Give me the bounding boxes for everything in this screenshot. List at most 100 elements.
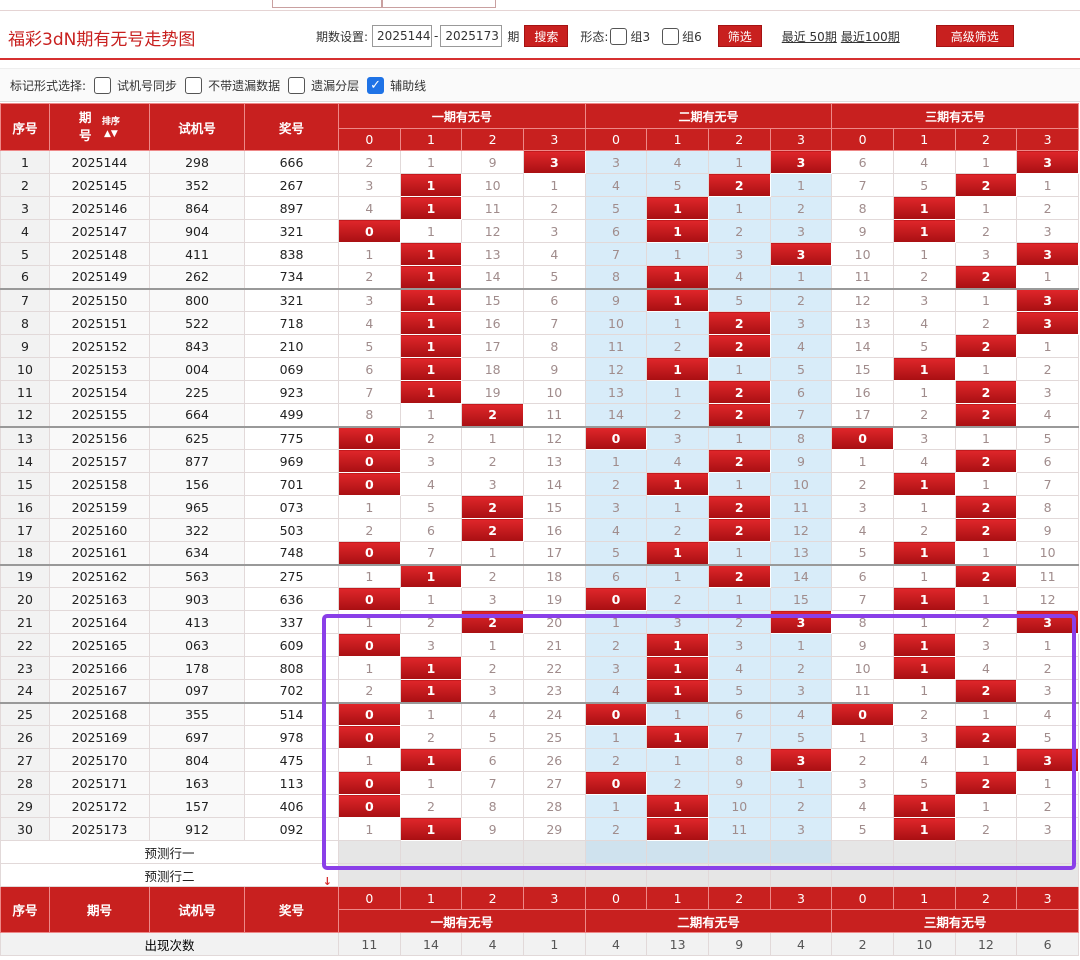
miss-cell: 3 (646, 610, 709, 634)
hit-cell: 1 (399, 357, 463, 381)
prediction-cell[interactable] (892, 840, 956, 864)
hit-cell: 1 (399, 679, 463, 703)
prediction-cell[interactable] (769, 840, 833, 864)
row-prize: 609 (244, 633, 339, 657)
miss-cell: 1 (584, 725, 648, 749)
row-index: 2 (0, 173, 50, 197)
row-prize: 666 (244, 150, 339, 174)
prediction-cell[interactable] (338, 840, 401, 864)
advanced-filter-button[interactable]: 高级筛选 (935, 25, 1014, 47)
prediction-cell[interactable] (584, 840, 648, 864)
group6-label: 组6 (682, 29, 702, 44)
table-row: 23 2025166 178 808 1 1 2 22 3 1 4 2 10 1 4 2 (0, 656, 1079, 680)
footer-subheader-digit: 1 (646, 886, 709, 910)
hit-cell: 1 (399, 748, 463, 772)
table-row: 11 2025154 225 923 7 1 19 10 13 1 2 6 16 1 2 3 (0, 380, 1079, 404)
hit-cell: 2 (707, 334, 771, 358)
prediction-cell[interactable] (831, 840, 894, 864)
prediction-cell[interactable] (1016, 840, 1079, 864)
stat-value: 11 (338, 932, 401, 956)
prediction-cell[interactable] (831, 863, 894, 887)
down-arrow-icon[interactable]: ↓ (323, 875, 332, 886)
miss-cell: 17 (831, 403, 894, 427)
row-period: 2025160 (49, 518, 150, 542)
hit-cell: 0 (338, 633, 401, 657)
miss-cell: 15 (461, 287, 524, 312)
hit-cell: 0 (338, 794, 401, 818)
miss-cell: 2 (584, 817, 648, 841)
hit-cell: 2 (954, 449, 1018, 473)
table-row: 12 2025155 664 499 8 1 2 11 14 2 2 7 17 2 2 4 (0, 403, 1079, 427)
row-period: 2025144 (49, 150, 150, 174)
col-period-header[interactable]: 期 号 排序 ▲▼ (49, 103, 150, 151)
hit-cell: 1 (646, 633, 709, 657)
miss-cell: 16 (831, 380, 894, 404)
prediction-cell[interactable] (461, 863, 524, 887)
miss-cell: 4 (892, 150, 956, 174)
table-row: 13 2025156 625 775 0 2 1 12 0 3 1 8 0 3 1 5 (0, 425, 1079, 450)
miss-cell: 9 (584, 287, 648, 312)
row-index: 28 (0, 771, 50, 795)
prediction-cell[interactable] (954, 863, 1018, 887)
prediction-cell[interactable] (338, 863, 401, 887)
hit-cell: 0 (338, 701, 401, 726)
prediction-cell[interactable] (522, 863, 586, 887)
prediction-cell[interactable] (892, 863, 956, 887)
prediction-cell[interactable] (646, 840, 709, 864)
prediction-cell[interactable] (769, 863, 833, 887)
footer-subheader-digit: 3 (522, 886, 586, 910)
prediction-cell[interactable] (584, 863, 648, 887)
period-to-input[interactable]: 2025173 (440, 25, 503, 47)
hit-cell: 1 (399, 287, 463, 312)
prediction-cell[interactable] (522, 840, 586, 864)
row-prize: 701 (244, 472, 339, 496)
miss-cell: 4 (584, 679, 648, 703)
table-row: 3 2025146 864 897 4 1 11 2 5 1 1 2 8 1 1 2 (0, 196, 1079, 220)
row-prize: 748 (244, 541, 339, 565)
option-no-miss-checkbox[interactable] (185, 76, 203, 94)
sort-arrows-icon[interactable]: ▲▼ (104, 129, 118, 139)
hit-cell: 1 (399, 311, 463, 335)
prediction-cell[interactable] (461, 840, 524, 864)
miss-cell: 6 (522, 287, 586, 312)
search-button[interactable]: 搜索 (524, 25, 569, 47)
filter-button[interactable]: 筛选 (717, 25, 762, 47)
table-row: 6 2025149 262 734 2 1 14 5 8 1 4 1 11 2 2 1 (0, 265, 1079, 289)
hit-cell: 1 (892, 633, 956, 657)
prediction-cell[interactable] (399, 840, 463, 864)
prediction-cell[interactable] (1016, 863, 1079, 887)
option-miss-layer-checkbox[interactable] (288, 76, 306, 94)
option-trial-sync-checkbox[interactable] (94, 76, 112, 94)
prediction-cell[interactable] (646, 863, 709, 887)
row-index: 9 (0, 334, 50, 358)
row-period: 2025152 (49, 334, 150, 358)
hit-cell: 2 (707, 380, 771, 404)
miss-cell: 12 (769, 518, 833, 542)
group3-checkbox[interactable] (610, 27, 628, 45)
group6-checkbox[interactable] (662, 27, 680, 45)
recent-50-link[interactable]: 最近 50期 (782, 28, 837, 45)
option-guide-line-checkbox[interactable]: ✓ (367, 76, 385, 94)
table-row: 2 2025145 352 267 3 1 10 1 4 5 2 1 7 5 2 1 (0, 173, 1079, 197)
footer-subheader-digit: 2 (461, 886, 524, 910)
miss-cell: 1 (954, 794, 1018, 818)
group3-label: 组3 (630, 29, 651, 44)
prediction-cell[interactable] (707, 863, 771, 887)
sort-control[interactable]: 排序 ▲▼ (102, 115, 120, 139)
prediction-cell[interactable] (954, 840, 1018, 864)
row-index: 22 (0, 633, 50, 657)
prediction-cell[interactable] (707, 840, 771, 864)
recent-100-link[interactable]: 最近100期 (841, 28, 900, 45)
miss-cell: 17 (461, 334, 524, 358)
period-separator: - (434, 29, 439, 43)
miss-cell: 1 (584, 610, 648, 634)
miss-cell: 8 (831, 196, 894, 220)
prediction-cell[interactable] (399, 863, 463, 887)
row-index: 29 (0, 794, 50, 818)
miss-cell: 8 (338, 403, 401, 427)
miss-cell: 7 (707, 725, 771, 749)
row-prize: 321 (244, 287, 339, 312)
miss-cell: 14 (769, 563, 833, 588)
period-from-input[interactable]: 2025144 (372, 25, 433, 47)
miss-cell: 12 (1016, 587, 1079, 611)
